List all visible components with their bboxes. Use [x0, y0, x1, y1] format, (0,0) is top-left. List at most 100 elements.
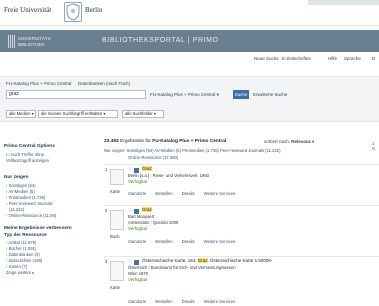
- nav-help[interactable]: Hilfe: [328, 56, 337, 61]
- result-imprint: Amsterdam : Querido 2009: [128, 220, 179, 225]
- action-bestellen[interactable]: Bestellen: [155, 191, 172, 196]
- show-no-fulltext-label: Volltextzugriff anzeigen: [6, 158, 49, 163]
- facet-artikel-label: Artikel (11.976): [8, 240, 37, 245]
- tab-katalog[interactable]: FU-Katalog Plus + Primo Central: [6, 81, 71, 86]
- filter-line-items: Sonstiges (54) AV-Medien (5) Printmedien…: [126, 148, 281, 153]
- result-title-text: Graz: [142, 166, 152, 171]
- facet-datenbanken[interactable]: › Datenbanken (3): [6, 252, 40, 257]
- result-type-label: Karte: [110, 189, 121, 194]
- facet-artikel[interactable]: › Artikel (11.976): [6, 240, 36, 245]
- filter-match-select[interactable]: die meinen Suchbegriff enthalten ▾: [38, 110, 118, 118]
- result-actions: Standorte Bestellen Details Weitere Serv…: [128, 299, 243, 304]
- primo-options-title: Primo Central Options: [4, 144, 55, 149]
- result-author: Bart Mooyaert: [128, 214, 155, 219]
- action-details[interactable]: Details: [182, 299, 195, 304]
- refine-title: Meine Ergebnisse verbessern: [4, 226, 72, 231]
- results-scope: FU-Katalog Plus + Primo Central: [152, 139, 227, 144]
- result-actions: Standorte Bestellen Details Weitere Serv…: [128, 191, 243, 196]
- result-item[interactable]: 3 Karte ☆ Österreichische Karte, 164, Gr…: [104, 256, 379, 306]
- action-services[interactable]: Weitere Services: [204, 239, 236, 244]
- facet-printmedien-label: Printmedien (1.736): [8, 195, 46, 200]
- action-bestellen[interactable]: Bestellen: [155, 239, 172, 244]
- favorite-star-icon[interactable]: ☆: [128, 166, 132, 172]
- facet-karten[interactable]: › Karten (7): [6, 264, 27, 269]
- filter-field-select[interactable]: alle Suchfelder ▾: [122, 110, 164, 118]
- action-details[interactable]: Details: [182, 239, 195, 244]
- result-title[interactable]: Graz: [142, 207, 152, 212]
- top-nav: Neue Suche E-Zeitschriften Hilfe Sprache…: [0, 54, 379, 64]
- result-title-text: Graz: [142, 207, 152, 212]
- facet-peer-reviewed-count: (11.222): [9, 207, 25, 212]
- show-more-link[interactable]: Zeige weitere ▸: [6, 270, 34, 275]
- filter-online[interactable]: Online-Ressource (17.360): [128, 155, 178, 160]
- filter-field-value: alle Suchfelder: [125, 111, 153, 116]
- sort-value: Relevanz: [291, 139, 311, 144]
- result-title[interactable]: Österreichische Karte, 164, Graz. Österr…: [142, 258, 272, 263]
- nav-ejournals[interactable]: E-Zeitschriften: [282, 56, 311, 61]
- search-term-highlight: Graz: [197, 258, 208, 263]
- search-button[interactable]: Suche: [233, 90, 249, 99]
- filter-media-value: alle Medien: [9, 111, 31, 116]
- action-services[interactable]: Weitere Services: [204, 191, 236, 196]
- facet-buecher-label: Bücher (1.091): [8, 246, 37, 251]
- book-thumbnail-icon: [110, 210, 124, 230]
- show-no-fulltext-line1: Auch Treffer ohne: [10, 152, 44, 157]
- results-count: 23.493: [104, 139, 119, 144]
- action-standorte[interactable]: Standorte: [128, 299, 146, 304]
- top-right-tab: [308, 0, 379, 5]
- action-standorte[interactable]: Standorte: [128, 191, 146, 196]
- filter-line-label: Nur zeigen:: [104, 148, 126, 153]
- portal-title: BIBLIOTHEKSPORTAL | PRIMO: [102, 37, 219, 44]
- library-logo: UNIVERSITÄTS BIBLIOTHEK: [8, 35, 51, 48]
- filter-match-value: die meinen Suchbegriff enthalten: [41, 111, 103, 116]
- results-list: 23.493 Ergebnisse für FU-Katalog Plus + …: [104, 139, 379, 306]
- facet-online-label: Online-Ressource (11.06): [8, 213, 57, 218]
- result-number: 3: [105, 259, 108, 264]
- favorite-star-icon[interactable]: ☆: [128, 207, 132, 213]
- facet-av-medien[interactable]: › AV-Medien (5): [6, 189, 35, 194]
- facet-printmedien[interactable]: › Printmedien (1.736): [6, 195, 45, 200]
- show-no-fulltext-checkbox[interactable]: ☐ Auch Treffer ohne: [6, 152, 44, 157]
- availability-status[interactable]: Verfügbar: [128, 179, 148, 184]
- availability-status[interactable]: Verfügbar: [128, 277, 148, 282]
- result-type-filters[interactable]: Nur zeigen: Sonstiges (54) AV-Medien (5)…: [104, 148, 281, 153]
- result-item[interactable]: 1 Karte ☆ Graz Berlin [u.a.] : Reise- un…: [104, 164, 379, 201]
- availability-status[interactable]: Verfügbar: [128, 226, 148, 231]
- nav-language-code[interactable]: D: [372, 56, 375, 61]
- action-services[interactable]: Weitere Services: [204, 299, 236, 304]
- facet-online[interactable]: › Online-Ressource (11.06): [6, 213, 56, 218]
- facet-sonstiges-label: Sonstiges (54): [8, 183, 36, 188]
- action-bestellen[interactable]: Bestellen: [155, 299, 172, 304]
- action-standorte[interactable]: Standorte: [128, 239, 146, 244]
- sort-control[interactable]: sortiert nach: Relevanz ▾: [264, 139, 314, 145]
- facet-peer-reviewed[interactable]: › Peer-reviewed Journals: [6, 201, 53, 206]
- result-type-label: Buch: [110, 234, 120, 239]
- sort-label: sortiert nach:: [264, 139, 291, 144]
- search-filters: alle Medien ▾ die meinen Suchbegriff ent…: [0, 110, 379, 120]
- facet-zeitschriften[interactable]: › Zeitschriften (188): [6, 258, 42, 263]
- result-title[interactable]: Graz: [142, 166, 152, 171]
- facet-zeitschriften-label: Zeitschriften (188): [8, 258, 43, 263]
- results-header: 23.493 Ergebnisse für FU-Katalog Plus + …: [104, 139, 226, 144]
- filter-media-select[interactable]: alle Medien ▾: [6, 110, 36, 118]
- tab-datenbanken[interactable]: Datenbanken (nach Fach): [78, 81, 130, 86]
- facet-av-medien-label: AV-Medien (5): [8, 189, 35, 194]
- result-item[interactable]: 2 Buch ☆ Graz Bart Mooyaert Amsterdam : …: [104, 205, 379, 251]
- facet-buecher[interactable]: › Bücher (1.091): [6, 246, 36, 251]
- advanced-search-link[interactable]: Erweiterte Suche: [253, 90, 287, 99]
- facet-peer-reviewed-label: Peer-reviewed Journals: [8, 201, 53, 206]
- results-count-label: Ergebnisse für: [120, 139, 151, 144]
- action-details[interactable]: Details: [182, 191, 195, 196]
- map-thumbnail-icon: [110, 261, 124, 281]
- library-logo-line1: UNIVERSITÄTS: [18, 36, 51, 41]
- favorite-star-icon[interactable]: ☆: [128, 258, 132, 264]
- nav-language[interactable]: Sprache: [344, 56, 361, 61]
- search-input[interactable]: graz: [6, 90, 146, 99]
- result-imprint: Wien 1970: [128, 271, 149, 276]
- university-name: Freie Universität: [4, 6, 52, 14]
- facet-sonstiges[interactable]: › Sonstiges (54): [6, 183, 36, 188]
- portal-banner: UNIVERSITÄTS BIBLIOTHEK BIBLIOTHEKSPORTA…: [0, 30, 379, 52]
- result-number: 2: [105, 208, 108, 213]
- scope-select[interactable]: FU-Katalog Plus + Primo Central ▾: [150, 90, 230, 99]
- nav-new-search[interactable]: Neue Suche: [254, 56, 279, 61]
